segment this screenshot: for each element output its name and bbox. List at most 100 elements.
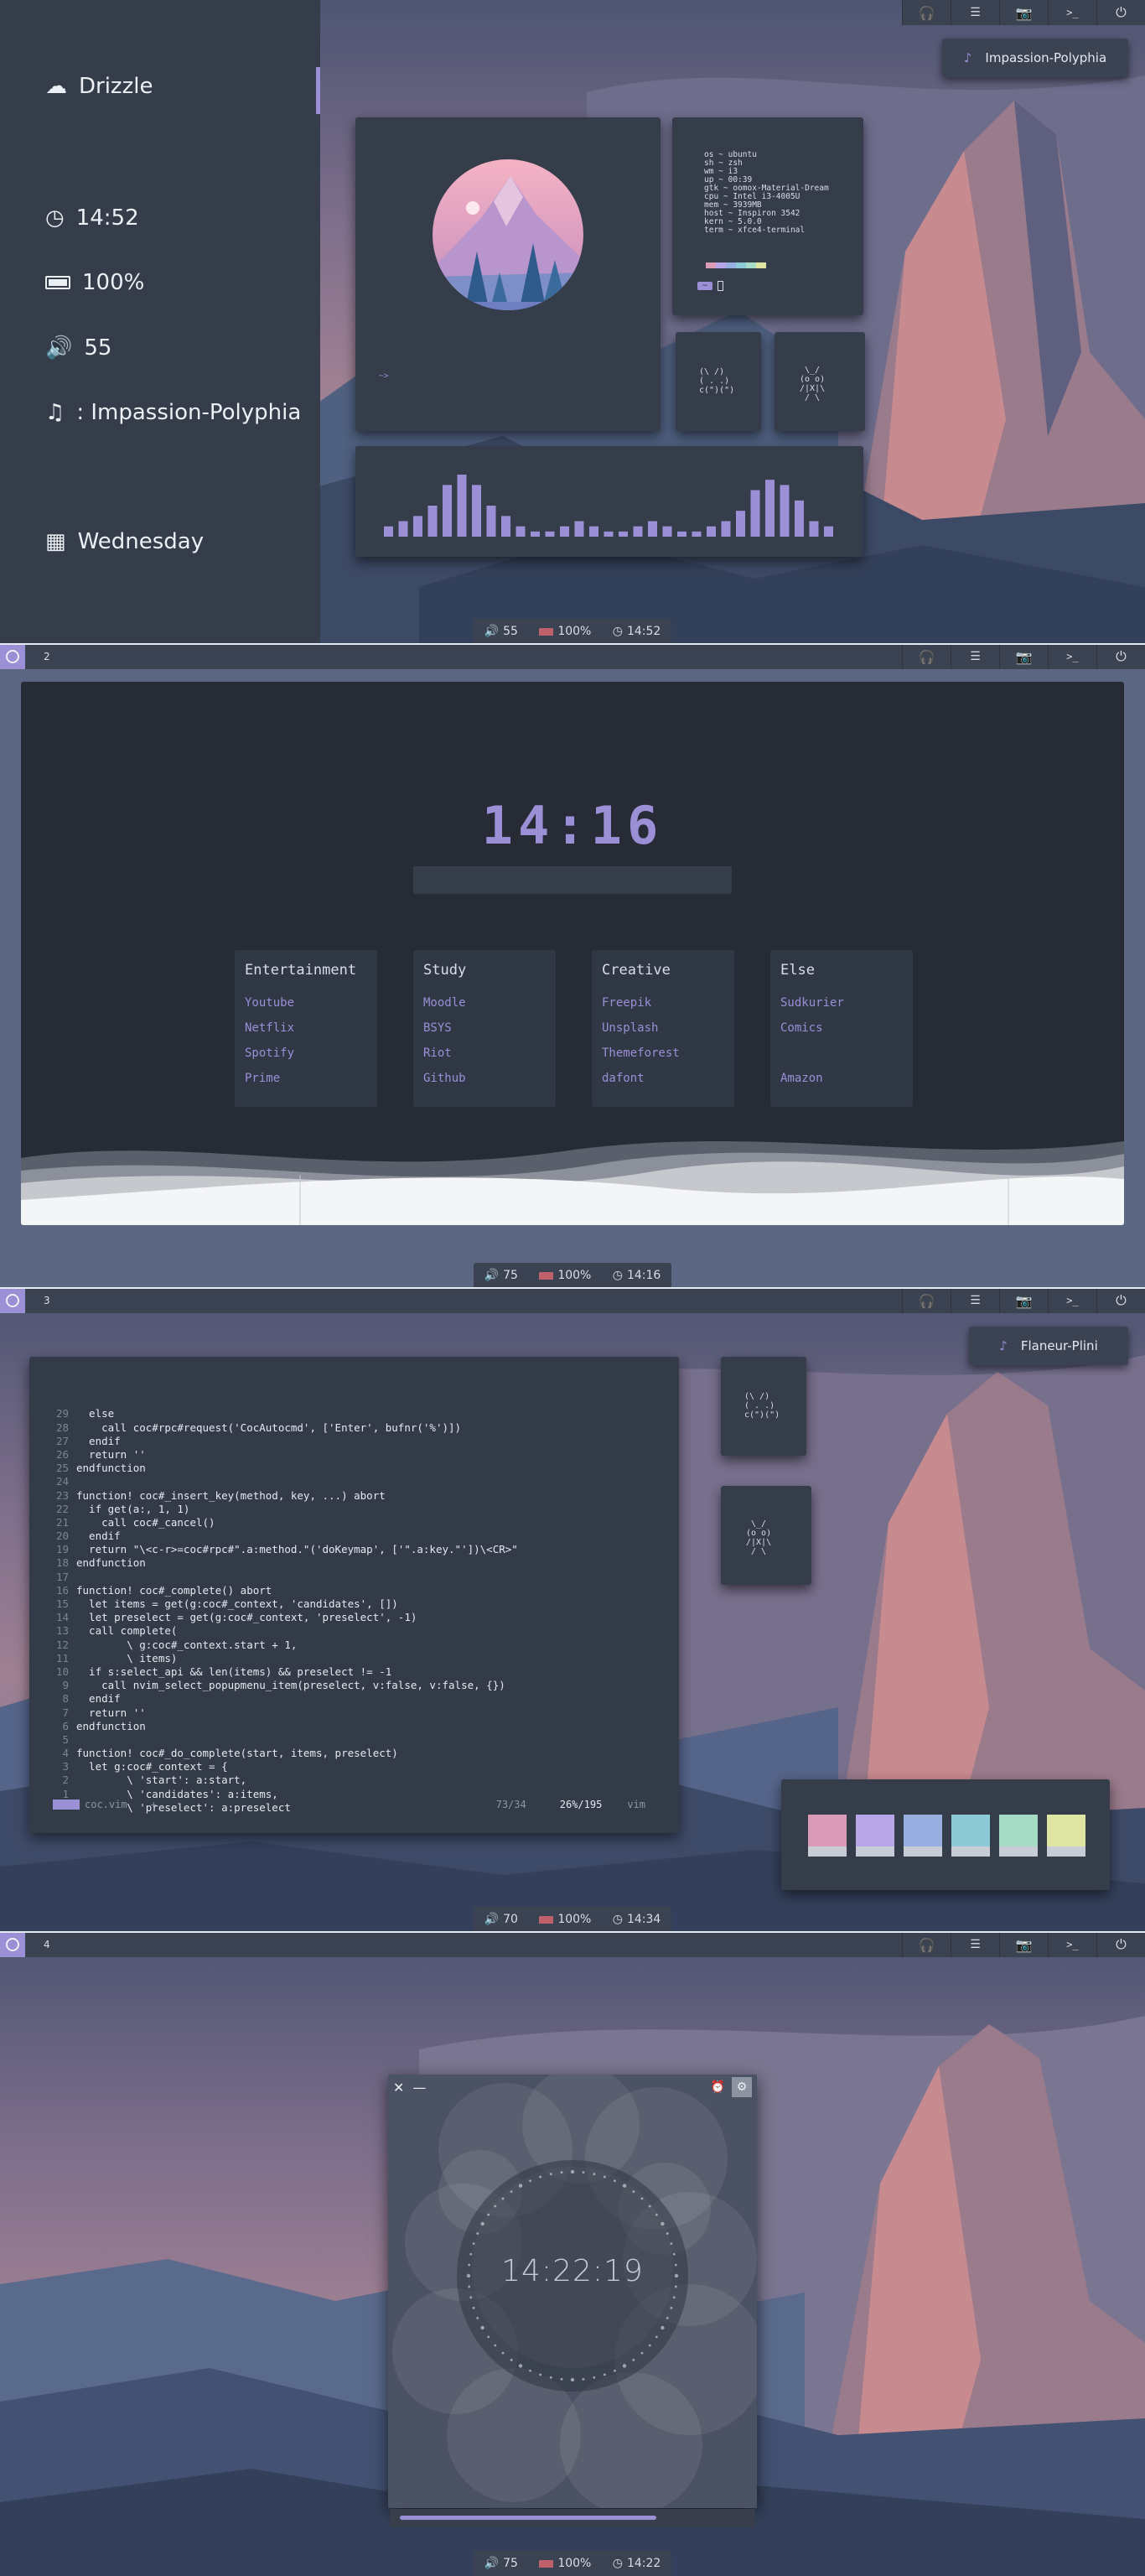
bookmark-link[interactable]: Freepik (602, 990, 724, 1015)
tray-power[interactable]: ⏻ (1096, 1932, 1145, 1957)
now-playing-badge[interactable]: ♪ Impassion-Polyphia (942, 39, 1128, 77)
dial-tick (549, 2376, 552, 2379)
bookmark-link[interactable]: BSYS (423, 1015, 546, 1041)
close-icon[interactable]: ✕ (393, 2080, 404, 2096)
tray-power[interactable]: ⏻ (1096, 0, 1145, 25)
terminal-prompt[interactable]: ~ (697, 281, 723, 291)
dial-tick (510, 2190, 513, 2194)
code-line: 17 (29, 1571, 679, 1584)
tray-list[interactable]: ☰ (951, 0, 999, 25)
category-card: Else Sudkurier Comics Amazon (770, 950, 913, 1107)
media-progress[interactable] (390, 2509, 755, 2527)
line-number: 18 (55, 1556, 69, 1570)
battery-status[interactable]: 100% (539, 2557, 591, 2570)
bookmark-link[interactable]: Prime (245, 1066, 367, 1091)
bookmark-link[interactable]: Amazon (780, 1066, 903, 1091)
time-status[interactable]: ◷ 14:34 (613, 1913, 661, 1926)
volume-status[interactable]: 🔊 70 (484, 1913, 518, 1926)
tray-terminal[interactable]: >_ (1048, 1288, 1096, 1313)
pixel-mountain-art (433, 159, 583, 310)
tray-list[interactable]: ☰ (951, 1288, 999, 1313)
code-text: call coc#rpc#request('CocAutocmd', ['Ent… (76, 1420, 462, 1434)
dial-tick (480, 2325, 484, 2330)
time-status[interactable]: ◷ 14:52 (613, 625, 661, 638)
tray-power[interactable]: ⏻ (1096, 644, 1145, 669)
line-number: 10 (55, 1665, 69, 1678)
bunny-panel: (\ /)( . .) c(")(") (721, 1357, 806, 1456)
bookmark-link[interactable]: Riot (423, 1041, 546, 1066)
status-filetype: vim (627, 1798, 645, 1810)
bookmark-link[interactable]: Themeforest (602, 1041, 724, 1066)
tray-terminal[interactable]: >_ (1048, 0, 1096, 25)
info-sidebar: ☁ Drizzle ◷ 14:52 100% 🔊 55 ♫ : Impassio… (0, 0, 320, 644)
workspace-button[interactable] (0, 1932, 25, 1957)
tray-headphones[interactable]: 🎧 (902, 644, 951, 669)
line-number: 22 (55, 1502, 69, 1515)
code-line: 11 \ items) (29, 1652, 679, 1665)
bookmark-link[interactable]: Unsplash (602, 1015, 724, 1041)
bookmark-link[interactable]: Comics (780, 1015, 903, 1041)
battery-status[interactable]: 100% (539, 625, 591, 638)
battery-status[interactable]: 100% (539, 1913, 591, 1926)
workspace-icon (6, 1938, 19, 1951)
bookmark-link[interactable]: Youtube (245, 990, 367, 1015)
time-status[interactable]: ◷ 14:16 (613, 1269, 661, 1282)
volume-status[interactable]: 🔊 75 (484, 1269, 518, 1282)
tray-terminal[interactable]: >_ (1048, 644, 1096, 669)
category-card: Entertainment Youtube Netflix Spotify Prime (235, 950, 377, 1107)
dial-tick (487, 2335, 490, 2339)
bookmark-link[interactable]: Netflix (245, 1015, 367, 1041)
time-status[interactable]: ◷ 14:22 (613, 2557, 661, 2570)
progress-fill (400, 2516, 656, 2520)
time-text: 14:52 (75, 205, 139, 231)
gear-icon[interactable]: ⚙ (732, 2077, 752, 2097)
bookmark-link[interactable]: Sudkurier (780, 990, 903, 1015)
visualizer-bar (809, 521, 819, 537)
tray-headphones[interactable]: 🎧 (902, 1932, 951, 1957)
swatch-base (856, 1846, 894, 1857)
volume-status[interactable]: 🔊 55 (484, 625, 518, 638)
battery-status[interactable]: 100% (539, 1269, 591, 1282)
tray-terminal[interactable]: >_ (1048, 1932, 1096, 1957)
tray-camera[interactable]: 📷 (999, 1288, 1048, 1313)
line-number: 26 (55, 1447, 69, 1461)
dial-tick (501, 2197, 505, 2200)
line-number: 20 (55, 1530, 69, 1543)
code-line: 4 function! coc#_do_complete(start, items… (29, 1747, 679, 1760)
dial-tick (472, 2242, 475, 2246)
tray-headphones[interactable]: 🎧 (902, 0, 951, 25)
dial-tick (582, 2377, 585, 2381)
artwork-panel: ~> (355, 117, 661, 431)
bookmark-link[interactable]: Spotify (245, 1041, 367, 1066)
tray-list[interactable]: ☰ (951, 644, 999, 669)
dial-tick (501, 2351, 505, 2355)
tray-power[interactable]: ⏻ (1096, 1288, 1145, 1313)
alarm-icon[interactable]: ⏰ (711, 2080, 725, 2094)
minimize-icon[interactable]: — (412, 2080, 426, 2096)
terminal-icon: >_ (1066, 1939, 1079, 1950)
tray-headphones[interactable]: 🎧 (902, 1288, 951, 1313)
search-input[interactable] (413, 866, 732, 894)
workspace-button[interactable] (0, 1288, 25, 1313)
list-icon: ☰ (970, 6, 981, 19)
dial-tick (666, 2232, 669, 2235)
ascii-line: ( . .) (699, 377, 730, 386)
bookmark-link[interactable]: Github (423, 1066, 546, 1091)
visualizer-bar (619, 531, 628, 537)
art-prompt: ~> (379, 371, 389, 381)
battery-icon (539, 1915, 554, 1924)
tray-camera[interactable]: 📷 (999, 0, 1048, 25)
vim-editor[interactable]: 29 else 28 call coc#rpc#request('CocAutoc… (29, 1357, 679, 1833)
visualizer-bar (824, 526, 833, 537)
tray-camera[interactable]: 📷 (999, 644, 1048, 669)
now-playing-badge[interactable]: ♪ Flaneur-Plini (969, 1327, 1128, 1365)
workspace-button[interactable] (0, 644, 25, 669)
category-card: Creative Freepik Unsplash Themeforest dafont (592, 950, 734, 1107)
line-number: 21 (55, 1515, 69, 1529)
volume-status[interactable]: 🔊 75 (484, 2557, 518, 2570)
bookmark-link[interactable]: dafont (602, 1066, 724, 1091)
visualizer-bar (516, 526, 526, 537)
tray-list[interactable]: ☰ (951, 1932, 999, 1957)
tray-camera[interactable]: 📷 (999, 1932, 1048, 1957)
bookmark-link[interactable]: Moodle (423, 990, 546, 1015)
